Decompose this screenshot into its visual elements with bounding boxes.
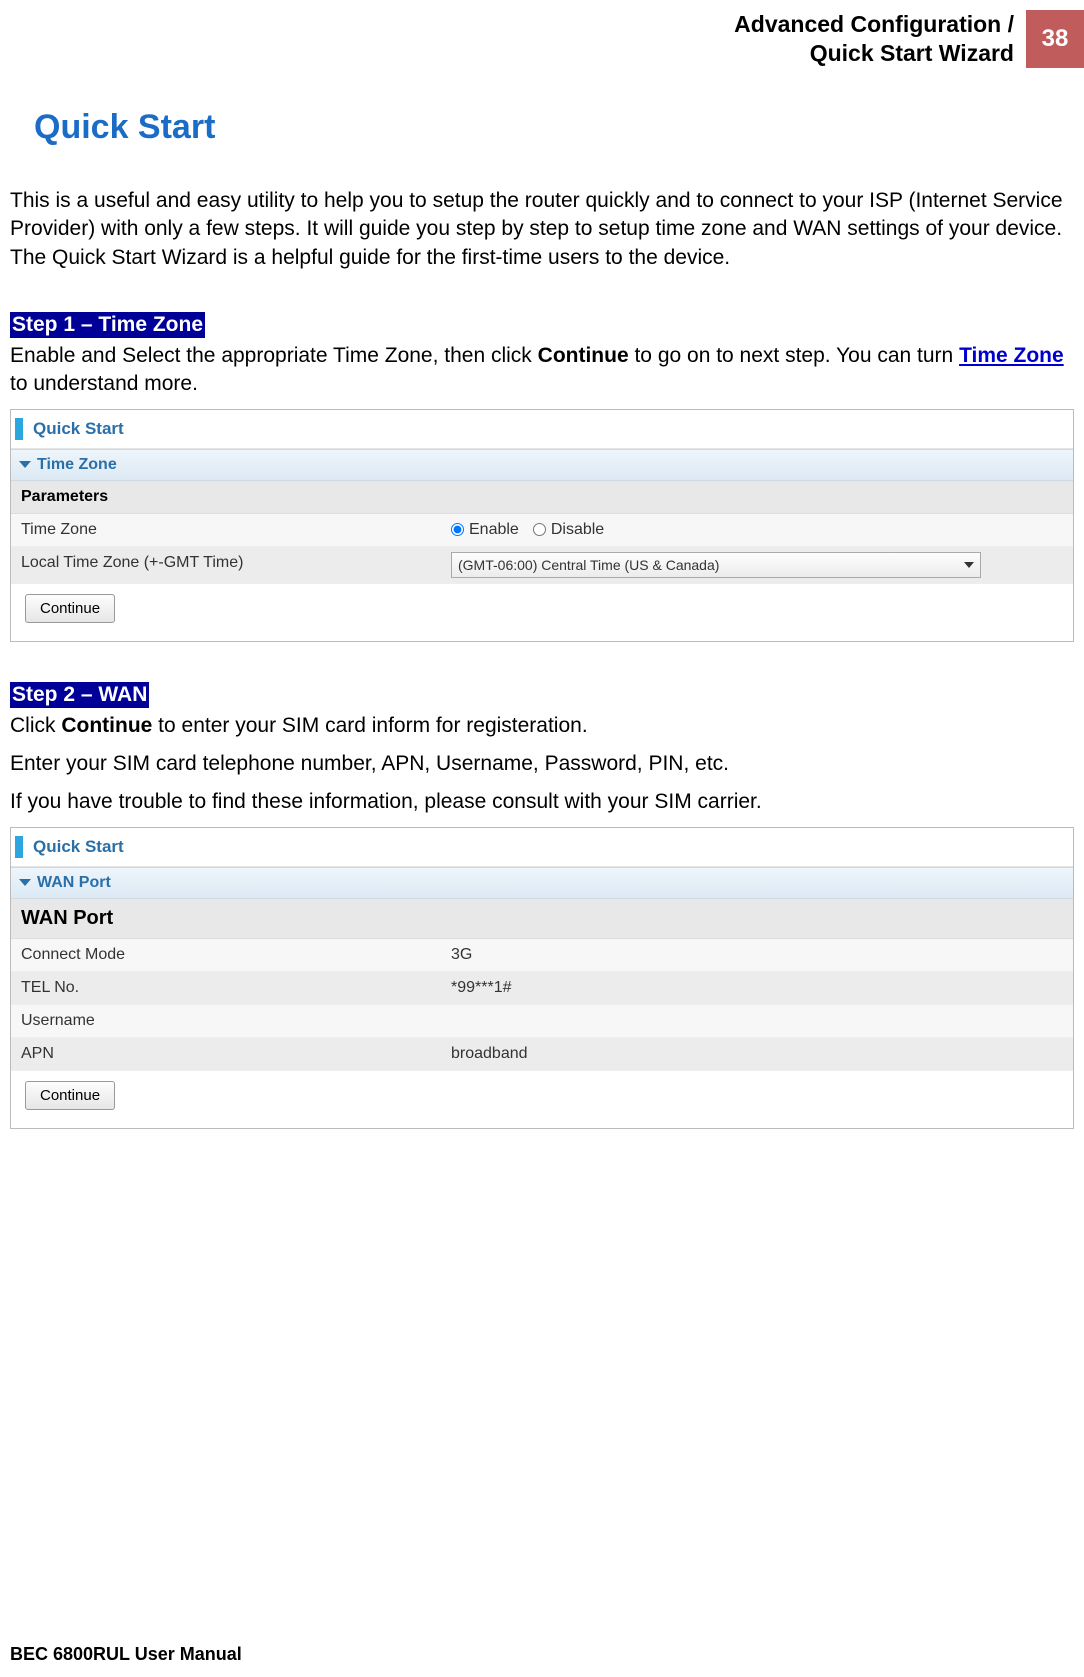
section-bar-time-zone[interactable]: Time Zone [11,449,1073,481]
page-number-badge: 38 [1026,10,1084,68]
step2-description-1: Click Continue to enter your SIM card in… [10,712,1074,740]
continue-button-step2[interactable]: Continue [25,1081,115,1110]
caret-down-icon [19,879,31,886]
chevron-down-icon [964,562,974,568]
label-time-zone: Time Zone [11,514,441,546]
step1-description: Enable and Select the appropriate Time Z… [10,342,1074,399]
label-tel-no: TEL No. [11,972,441,1004]
row-connect-mode: Connect Mode 3G [11,939,1073,972]
select-time-zone[interactable]: (GMT-06:00) Central Time (US & Canada) [451,552,981,578]
row-username: Username [11,1005,1073,1038]
footer-text: BEC 6800RUL User Manual [10,1644,242,1665]
radio-enable-input[interactable] [451,523,464,536]
caret-down-icon [19,461,31,468]
panel-marker-icon [15,418,23,440]
panel-title-2: Quick Start [33,837,124,857]
panel-header: Quick Start [11,410,1073,449]
value-connect-mode: 3G [441,939,1073,971]
page-header: Advanced Configuration / Quick Start Wiz… [0,0,1084,68]
continue-button-step1[interactable]: Continue [25,594,115,623]
row-tel-no: TEL No. *99***1# [11,972,1073,1005]
breadcrumb-line1: Advanced Configuration / [734,10,1014,39]
intro-paragraph: This is a useful and easy utility to hel… [10,187,1074,272]
page-title: Quick Start [34,108,1074,147]
time-zone-link[interactable]: Time Zone [959,344,1064,367]
wan-port-header: WAN Port [11,899,1073,939]
step1-heading: Step 1 – Time Zone [10,312,205,338]
step2-panel: Quick Start WAN Port WAN Port Connect Mo… [10,827,1074,1129]
step1-panel: Quick Start Time Zone Parameters Time Zo… [10,409,1074,642]
row-local-time-zone: Local Time Zone (+-GMT Time) (GMT-06:00)… [11,547,1073,584]
panel-marker-icon [15,836,23,858]
panel-title: Quick Start [33,419,124,439]
label-apn: APN [11,1038,441,1070]
step2-description-2: Enter your SIM card telephone number, AP… [10,750,1074,778]
radio-disable-input[interactable] [533,523,546,536]
radio-enable[interactable]: Enable [451,521,519,539]
row-apn: APN broadband [11,1038,1073,1071]
label-connect-mode: Connect Mode [11,939,441,971]
label-local-time-zone: Local Time Zone (+-GMT Time) [11,547,441,583]
breadcrumb-line2: Quick Start Wizard [734,39,1014,68]
row-time-zone: Time Zone Enable Disable [11,514,1073,547]
value-tel-no: *99***1# [441,972,1073,1004]
radio-disable[interactable]: Disable [533,521,604,539]
section-bar-wan-port[interactable]: WAN Port [11,867,1073,899]
step2-heading: Step 2 – WAN [10,682,149,708]
panel-header-2: Quick Start [11,828,1073,867]
label-username: Username [11,1005,441,1037]
value-username [441,1005,1073,1037]
step2-description-3: If you have trouble to find these inform… [10,788,1074,816]
breadcrumb: Advanced Configuration / Quick Start Wiz… [734,10,1014,68]
parameters-header: Parameters [11,481,1073,514]
value-apn: broadband [441,1038,1073,1070]
